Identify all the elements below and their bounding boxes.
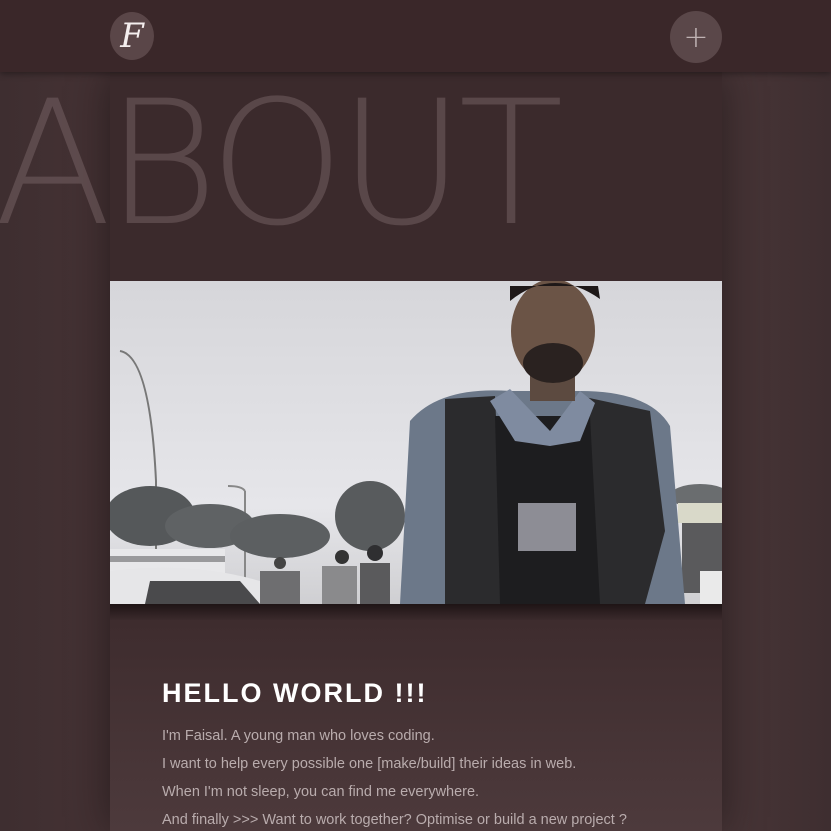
page-title: ABOUT [0,63,564,264]
photo-bottom-shadow [110,604,722,620]
logo[interactable]: F [110,12,154,60]
menu-toggle-button[interactable]: + [670,11,722,63]
profile-photo-illustration [110,281,722,604]
logo-letter: F [120,16,144,56]
plus-icon: + [683,19,709,55]
bio-line-1: I'm Faisal. A young man who loves coding… [162,728,435,744]
bio-line-3: When I'm not sleep, you can find me ever… [162,784,480,800]
intro-heading: HELLO WORLD !!! [162,678,428,708]
profile-photo [110,281,722,604]
bio-line-4: And finally >>> Want to work together? O… [162,812,627,828]
right-margin [722,72,831,831]
bio-line-2: I want to help every possible one [make/… [162,756,577,772]
top-navigation-bar: F + [0,0,831,72]
